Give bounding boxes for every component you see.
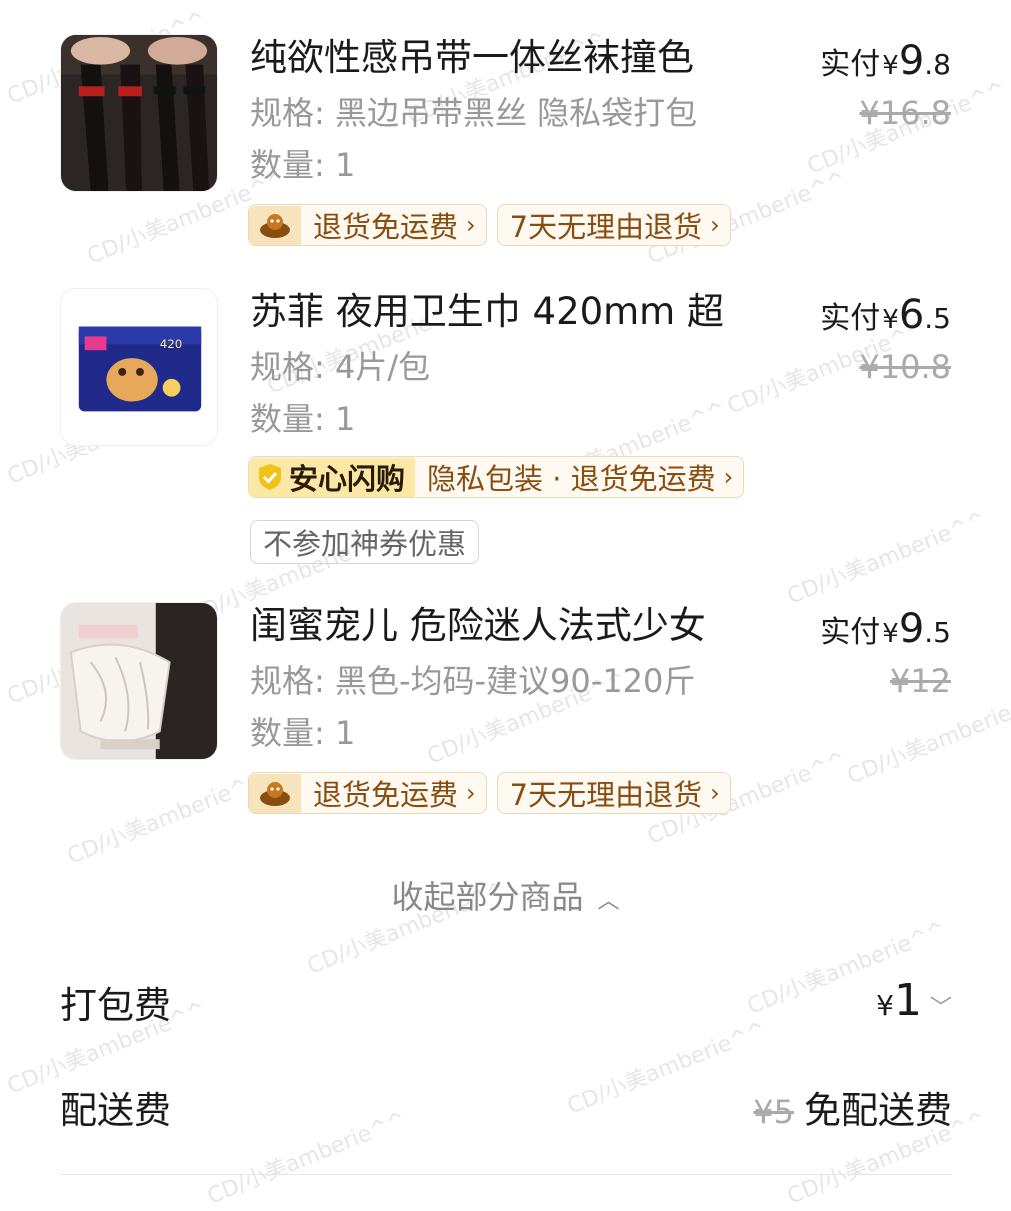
pad-package-photo-icon: 420 xyxy=(61,289,217,445)
divider xyxy=(60,1174,952,1175)
product-name[interactable]: 苏菲 夜用卫生巾 420mm 超 xyxy=(250,288,770,336)
free-return-shipping-tag[interactable]: 退货免运费 › xyxy=(248,204,487,246)
delivery-fee-free: 免配送费 xyxy=(804,1089,952,1132)
tag-label: 隐私包装 · 退货免运费 xyxy=(427,462,716,496)
product-thumbnail[interactable]: 420 xyxy=(60,288,218,446)
return-badge-icon xyxy=(249,773,301,813)
chevron-right-icon: › xyxy=(723,463,734,491)
paid-label: 实付 xyxy=(820,615,881,650)
product-quantity: 数量: 1 xyxy=(250,146,356,184)
tag-label: 退货免运费 xyxy=(313,778,459,812)
seven-day-return-tag[interactable]: 7天无理由退货 › xyxy=(496,772,731,814)
product-name[interactable]: 纯欲性感吊带一体丝袜撞色 xyxy=(250,34,770,82)
order-item[interactable]: 纯欲性感吊带一体丝袜撞色 规格: 黑边吊带黑丝 隐私袋打包 数量: 1 实付¥9… xyxy=(0,34,1011,254)
currency-symbol: ¥ xyxy=(882,51,899,81)
price-decimal: .8 xyxy=(924,48,951,81)
original-price: ¥10.8 xyxy=(859,348,951,386)
service-tags: 退货免运费 › 7天无理由退货 › xyxy=(248,204,741,248)
price-decimal: .5 xyxy=(924,302,951,335)
currency-symbol: ¥ xyxy=(882,619,899,649)
price-integer: 9 xyxy=(898,606,925,652)
product-spec: 规格: 4片/包 xyxy=(250,348,431,386)
delivery-fee-row: 配送费 ¥5 免配送费 xyxy=(60,1080,952,1132)
product-quantity: 数量: 1 xyxy=(250,400,356,438)
paid-price: 实付¥9.5 xyxy=(820,606,951,652)
no-coupon-tag: 不参加神券优惠 xyxy=(250,520,480,564)
shield-check-icon xyxy=(259,464,281,490)
product-spec: 规格: 黑色-均码-建议90-120斤 xyxy=(250,662,696,700)
seven-day-return-tag[interactable]: 7天无理由退货 › xyxy=(496,204,731,246)
chevron-right-icon: › xyxy=(710,779,720,807)
price-integer: 6 xyxy=(898,292,925,338)
chevron-right-icon: › xyxy=(466,211,476,239)
anxin-head-label: 安心闪购 xyxy=(289,462,406,496)
anxin-flash-purchase-tag[interactable]: 安心闪购 隐私包装 · 退货免运费 › xyxy=(248,456,745,498)
original-price: ¥12 xyxy=(889,662,951,700)
anxin-badge: 安心闪购 xyxy=(249,457,416,497)
packing-fee-value[interactable]: ¥1 ﹀ xyxy=(876,975,952,1026)
chevron-up-icon: ︿ xyxy=(597,889,620,914)
return-badge-icon xyxy=(249,205,301,245)
price-integer: 9 xyxy=(898,38,925,84)
free-return-shipping-tag[interactable]: 退货免运费 › xyxy=(248,772,487,814)
stockings-photo-icon xyxy=(61,35,217,191)
paid-label: 实付 xyxy=(820,47,881,82)
collapse-label: 收起部分商品 xyxy=(391,878,584,916)
delivery-fee-label: 配送费 xyxy=(60,1089,171,1132)
paid-label: 实付 xyxy=(820,301,881,336)
price-decimal: .5 xyxy=(924,616,951,649)
delivery-fee-value: ¥5 免配送费 xyxy=(753,1080,952,1134)
order-item[interactable]: 闺蜜宠儿 危险迷人法式少女 规格: 黑色-均码-建议90-120斤 数量: 1 … xyxy=(0,602,1011,822)
product-name[interactable]: 闺蜜宠儿 危险迷人法式少女 xyxy=(250,602,770,650)
product-quantity: 数量: 1 xyxy=(250,714,356,752)
paid-price: 实付¥6.5 xyxy=(820,292,951,338)
tag-label: 7天无理由退货 xyxy=(509,210,703,244)
packing-fee-row[interactable]: 打包费 ¥1 ﹀ xyxy=(60,975,952,1027)
lace-lingerie-photo-icon xyxy=(61,603,217,759)
package-label: 420 xyxy=(160,337,183,351)
delivery-original-fee: ¥5 xyxy=(753,1093,794,1131)
collapse-items-button[interactable]: 收起部分商品 ︿ xyxy=(0,872,1011,918)
original-price: ¥16.8 xyxy=(859,94,951,132)
currency-symbol: ¥ xyxy=(882,305,899,335)
order-item[interactable]: 420 苏菲 夜用卫生巾 420mm 超 规格: 4片/包 数量: 1 实付¥6… xyxy=(0,288,1011,578)
product-spec: 规格: 黑边吊带黑丝 隐私袋打包 xyxy=(250,94,698,132)
tag-label: 7天无理由退货 xyxy=(509,778,703,812)
chevron-down-icon[interactable]: ﹀ xyxy=(930,990,952,1022)
packing-fee-label: 打包费 xyxy=(60,984,171,1027)
product-thumbnail[interactable] xyxy=(60,602,218,760)
service-tags: 安心闪购 隐私包装 · 退货免运费 › xyxy=(248,456,754,500)
chevron-right-icon: › xyxy=(466,779,476,807)
chevron-right-icon: › xyxy=(710,211,720,239)
paid-price: 实付¥9.8 xyxy=(820,38,951,84)
product-thumbnail[interactable] xyxy=(60,34,218,192)
packing-fee-amount: 1 xyxy=(893,975,922,1026)
tag-label: 退货免运费 xyxy=(313,210,459,244)
service-tags: 退货免运费 › 7天无理由退货 › xyxy=(248,772,741,816)
currency-symbol: ¥ xyxy=(876,989,894,1022)
